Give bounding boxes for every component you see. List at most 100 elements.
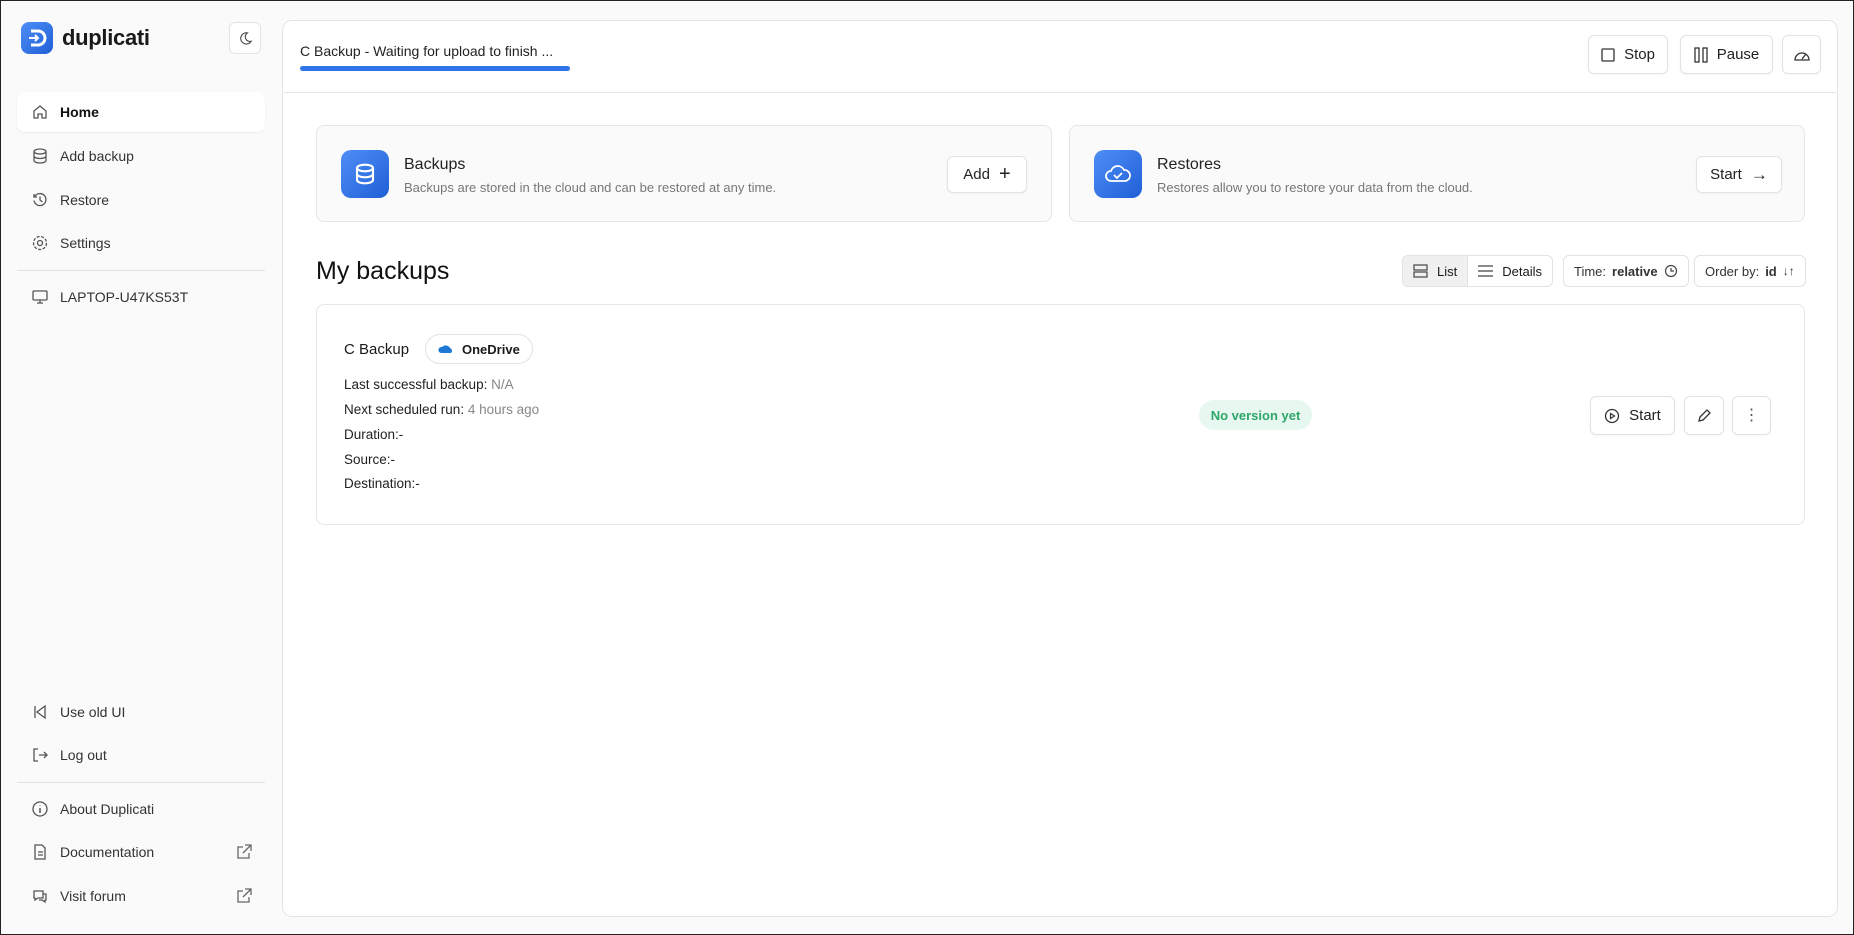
next-label: Next scheduled run: — [344, 402, 465, 417]
sidebar-item-visit-forum[interactable]: Visit forum — [17, 876, 265, 916]
header-divider — [283, 92, 1837, 93]
pencil-icon — [1698, 408, 1711, 422]
last-backup-line: Last successful backup: N/A — [344, 377, 514, 392]
destination-line: Destination:- — [344, 476, 420, 491]
database-icon — [341, 150, 389, 198]
list-label: List — [1437, 263, 1458, 279]
next-value: 4 hours ago — [467, 402, 540, 417]
app-name: duplicati — [62, 25, 150, 50]
sidebar-item-documentation[interactable]: Documentation — [17, 832, 265, 872]
onedrive-icon — [438, 345, 452, 353]
sidebar-item-about[interactable]: About Duplicati — [17, 789, 265, 829]
status-badge: No version yet — [1199, 400, 1312, 430]
last-label: Last successful backup: — [344, 377, 488, 392]
moon-icon — [239, 31, 252, 45]
sidebar-item-label: Settings — [60, 235, 111, 251]
info-icon — [32, 801, 48, 817]
time-format-button[interactable]: Time: relative — [1563, 255, 1689, 287]
sidebar-item-label: Home — [60, 104, 99, 120]
duration-line: Duration:- — [344, 427, 404, 442]
restores-card-title: Restores — [1157, 156, 1222, 173]
backups-card-subtitle: Backups are stored in the cloud and can … — [404, 180, 777, 195]
back-icon — [34, 704, 46, 720]
home-icon — [33, 105, 47, 119]
history-icon — [33, 192, 47, 207]
start-backup-button[interactable]: Start — [1590, 396, 1675, 435]
task-status: C Backup - Waiting for upload to finish … — [300, 43, 554, 59]
sort-icon: ↓↑ — [1782, 264, 1795, 278]
sidebar-item-log-out[interactable]: Log out — [17, 735, 265, 775]
order-by-button[interactable]: Order by: id ↓↑ — [1694, 255, 1806, 287]
main-panel: C Backup - Waiting for upload to finish … — [282, 20, 1838, 917]
view-list-button[interactable]: List — [1403, 256, 1469, 286]
sidebar-item-label: Use old UI — [60, 704, 126, 720]
start-label: Start — [1710, 166, 1742, 183]
sidebar-item-machine[interactable]: LAPTOP-U47KS53T — [17, 277, 265, 317]
sidebar-item-home[interactable]: Home — [17, 92, 265, 132]
time-label: Time: — [1574, 263, 1607, 279]
add-label: Add — [963, 166, 990, 183]
arrow-right-icon: → — [1750, 164, 1768, 184]
sidebar-item-label: Documentation — [60, 844, 155, 860]
external-link-icon — [237, 888, 252, 903]
sidebar-item-restore[interactable]: Restore — [17, 180, 265, 220]
machine-name: LAPTOP-U47KS53T — [60, 289, 189, 305]
details-label: Details — [1502, 263, 1542, 279]
backup-card: C Backup OneDrive Last successful backup… — [316, 304, 1805, 525]
external-link-icon — [237, 844, 252, 859]
plus-icon: + — [999, 163, 1011, 185]
start-label: Start — [1629, 407, 1661, 424]
sidebar-item-settings[interactable]: Settings — [17, 223, 265, 263]
backups-card-title: Backups — [404, 156, 466, 173]
menu-lines-icon — [1478, 265, 1494, 277]
stop-label: Stop — [1624, 46, 1655, 63]
list-icon — [1413, 264, 1428, 278]
chat-icon — [33, 890, 47, 904]
my-backups-title: My backups — [316, 257, 450, 285]
progress-fill — [300, 66, 570, 71]
sidebar-item-label: Restore — [60, 192, 110, 208]
gauge-icon — [1793, 51, 1810, 61]
sidebar-item-add-backup[interactable]: Add backup — [17, 136, 265, 176]
order-label: Order by: — [1705, 263, 1760, 279]
task-progress-bar — [300, 66, 570, 71]
sidebar-divider — [17, 270, 265, 271]
last-value: N/A — [491, 377, 514, 392]
logout-icon — [33, 748, 48, 762]
view-toggle: List Details — [1402, 255, 1553, 287]
source-line: Source:- — [344, 452, 396, 467]
pause-label: Pause — [1716, 46, 1760, 63]
monitor-icon — [32, 290, 48, 304]
sidebar-item-label: Visit forum — [60, 888, 126, 904]
clock-icon — [1664, 264, 1677, 278]
restores-card: Restores Restores allow you to restore y… — [1069, 125, 1805, 222]
destination-label: OneDrive — [462, 341, 520, 357]
more-options-button[interactable]: ⋮ — [1732, 396, 1771, 435]
stop-icon — [1601, 47, 1615, 62]
sidebar-item-label: About Duplicati — [60, 801, 155, 817]
start-restore-button[interactable]: Start → — [1696, 156, 1782, 193]
cloud-check-icon — [1094, 150, 1142, 198]
sidebar-divider — [17, 782, 265, 783]
backup-name: C Backup — [344, 341, 410, 358]
view-details-button[interactable]: Details — [1468, 256, 1552, 286]
edit-backup-button[interactable] — [1684, 396, 1724, 435]
sidebar-item-label: Log out — [60, 747, 107, 763]
order-value: id — [1765, 263, 1777, 279]
database-icon — [33, 148, 47, 164]
backups-card: Backups Backups are stored in the cloud … — [316, 125, 1052, 222]
time-value: relative — [1612, 263, 1658, 279]
stop-button[interactable]: Stop — [1588, 35, 1668, 74]
play-circle-icon — [1605, 408, 1620, 423]
next-run-line: Next scheduled run: 4 hours ago — [344, 402, 539, 417]
sidebar-item-use-old-ui[interactable]: Use old UI — [17, 692, 265, 732]
destination-badge: OneDrive — [425, 334, 533, 364]
add-backup-button[interactable]: Add + — [947, 156, 1027, 193]
restores-card-subtitle: Restores allow you to restore your data … — [1157, 180, 1473, 195]
sidebar-item-label: Add backup — [60, 148, 134, 164]
document-icon — [34, 844, 46, 860]
throttle-button[interactable] — [1782, 35, 1821, 74]
theme-toggle-button[interactable] — [229, 22, 261, 54]
pause-button[interactable]: Pause — [1680, 35, 1773, 74]
pause-icon — [1694, 46, 1708, 63]
